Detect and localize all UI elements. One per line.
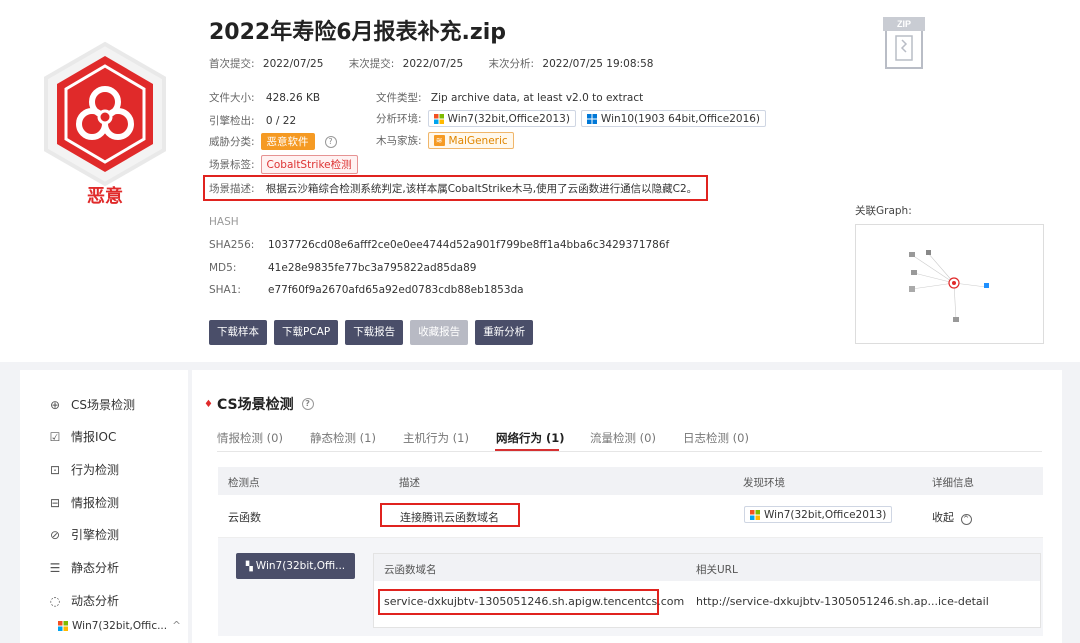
windows10-icon xyxy=(586,113,597,124)
action-toolbar: 下载样本 下载PCAP 下载报告 收藏报告 重新分析 xyxy=(209,320,540,345)
related-url[interactable]: http://service-dxkujbtv-1305051246.sh.ap… xyxy=(696,595,989,608)
flame-icon: ♦ xyxy=(204,398,213,410)
submission-info: 首次提交: 2022/07/25 末次提交: 2022/07/25 末次分析: … xyxy=(209,58,654,70)
threat-tag: 恶意软件 xyxy=(260,133,315,150)
env-select-button[interactable]: ▚ Win7(32bit,Offi... xyxy=(236,553,355,579)
chevron-up-circle-icon: ^ xyxy=(960,514,972,525)
zip-file-icon: ZIP xyxy=(880,14,928,72)
help-icon[interactable]: ? xyxy=(301,398,314,410)
md5-row: MD5: 41e28e9835fe77bc3a795822ad85da89 xyxy=(209,262,477,274)
help-icon[interactable]: ? xyxy=(324,135,337,148)
collapse-toggle[interactable]: 收起 ^ xyxy=(932,509,972,525)
tab-traffic[interactable]: 流量检测 (0) xyxy=(590,430,656,446)
table-row: 云函数 连接腾讯云函数域名 Win7(32bit,Office2013) 收起 … xyxy=(218,495,1043,538)
gauge-icon: ⊘ xyxy=(49,527,61,542)
windows-icon: ▚ xyxy=(245,562,253,572)
sidebar-item-cs-scene[interactable]: ⊕ CS场景检测 xyxy=(48,396,135,413)
tab-divider xyxy=(217,451,1042,452)
download-report-button[interactable]: 下载报告 xyxy=(345,320,404,345)
sidebar-item-engine[interactable]: ⊘ 引擎检测 xyxy=(48,526,119,543)
tab-static[interactable]: 静态检测 (1) xyxy=(310,430,376,446)
windows7-icon xyxy=(750,509,760,520)
reanalyze-button[interactable]: 重新分析 xyxy=(475,320,534,345)
sidebar-item-static[interactable]: ☰ 静态分析 xyxy=(48,559,119,576)
structure-icon: ⊟ xyxy=(49,495,61,510)
scene-tag-row: 场景标签: CobaltStrike检测 xyxy=(209,155,358,174)
favorite-report-button[interactable]: 收藏报告 xyxy=(410,320,469,345)
tab-network[interactable]: 网络行为 (1) xyxy=(496,430,565,446)
engine-row: 引擎检出: 0 / 22 xyxy=(209,115,297,127)
family-tag[interactable]: ≋ MalGeneric xyxy=(427,132,514,149)
sidebar-item-intel-detect[interactable]: ⊟ 情报检测 xyxy=(48,494,119,511)
relation-graph[interactable] xyxy=(855,224,1044,344)
windows7-icon xyxy=(58,621,68,631)
sidebar-item-behavior[interactable]: ⊡ 行为检测 xyxy=(48,461,119,478)
download-pcap-button[interactable]: 下载PCAP xyxy=(274,320,339,345)
graph-label: 关联Graph: xyxy=(855,205,912,217)
document-icon: ☰ xyxy=(49,560,61,575)
section-title: ♦ CS场景检测 ? xyxy=(204,394,314,414)
file-type-row: 文件类型: Zip archive data, at least v2.0 to… xyxy=(376,92,644,104)
tab-log[interactable]: 日志检测 (0) xyxy=(683,430,749,446)
windows7-icon xyxy=(433,113,444,124)
tab-intel[interactable]: 情报检测 (0) xyxy=(217,430,283,446)
chevron-up-icon: ^ xyxy=(172,620,181,632)
sidebar-sub-env[interactable]: Win7(32bit,Offic... ^ xyxy=(58,620,181,632)
env-tag-win10[interactable]: Win10(1903 64bit,Office2016) xyxy=(580,110,767,127)
sha256-row: SHA256: 1037726cd08e6afff2ce0e0ee4744d52… xyxy=(209,239,670,251)
active-tab-indicator xyxy=(495,449,559,451)
family-row: 木马家族: ≋ MalGeneric xyxy=(376,132,514,149)
tab-host[interactable]: 主机行为 (1) xyxy=(403,430,469,446)
scene-desc-row: 场景描述: 根据云沙箱综合检测系统判定,该样本属CobaltStrike木马,使… xyxy=(209,183,698,195)
cloud-function-table: 云函数域名 相关URL service-dxkujbtv-1305051246.… xyxy=(373,553,1041,628)
cloud-domain[interactable]: service-dxkujbtv-1305051246.sh.apigw.ten… xyxy=(384,595,684,608)
download-sample-button[interactable]: 下载样本 xyxy=(209,320,267,345)
verdict-label: 恶意 xyxy=(87,186,123,207)
hash-heading: HASH xyxy=(209,216,239,228)
sha1-row: SHA1: e77f60f9a2670afd65a92ed0783cdb88eb… xyxy=(209,284,524,296)
threat-row: 威胁分类: 恶意软件 ? xyxy=(209,133,337,150)
row-env-tag[interactable]: Win7(32bit,Office2013) xyxy=(744,506,893,523)
scene-tag[interactable]: CobaltStrike检测 xyxy=(260,155,358,174)
env-row: 分析环境: Win7(32bit,Office2013) Win10(1903 … xyxy=(376,110,767,127)
verdict-badge xyxy=(40,40,170,190)
sidebar-item-dynamic[interactable]: ◌ 动态分析 xyxy=(48,592,119,609)
sidebar: ⊕ CS场景检测 ☑ 情报IOC ⊡ 行为检测 ⊟ 情报检测 ⊘ 引擎检测 ☰ … xyxy=(20,370,188,643)
graph-canvas xyxy=(909,250,989,322)
biohazard-icon xyxy=(44,41,166,187)
svg-text:ZIP: ZIP xyxy=(897,19,911,29)
file-size-row: 文件大小: 428.26 KB xyxy=(209,92,321,104)
sub-table-header: 云函数域名 相关URL xyxy=(374,554,1040,581)
monitor-chart-icon: ⊡ xyxy=(49,462,61,477)
checklist-icon: ☑ xyxy=(49,429,61,444)
loading-icon: ◌ xyxy=(49,593,61,608)
table-header: 检测点 描述 发现环境 详细信息 xyxy=(218,467,1043,495)
crosshair-icon: ⊕ xyxy=(49,397,61,412)
env-tag-win7[interactable]: Win7(32bit,Office2013) xyxy=(427,110,576,127)
layers-icon: ≋ xyxy=(433,135,445,146)
file-title: 2022年寿险6月报表补充.zip xyxy=(209,20,506,45)
sidebar-item-intel-ioc[interactable]: ☑ 情报IOC xyxy=(48,428,117,445)
